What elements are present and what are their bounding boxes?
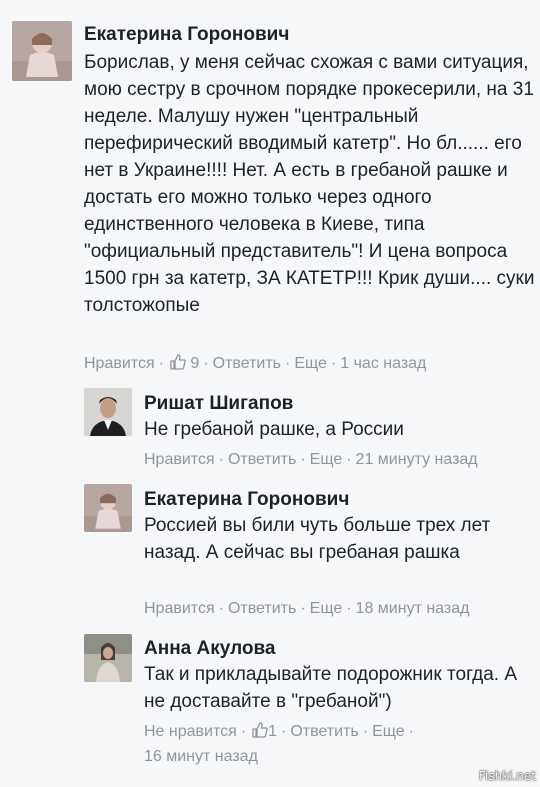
thumbs-up-icon[interactable]	[252, 722, 268, 738]
comment-text: Россией вы били чуть больше трех лет наз…	[144, 515, 491, 563]
like-link[interactable]: Не нравится	[144, 723, 237, 740]
reply-link[interactable]: Ответить	[228, 451, 296, 468]
reply-link[interactable]: Ответить	[290, 723, 358, 740]
separator: ·	[362, 723, 369, 740]
comment-ekaterina-2: Екатерина Горонович Россией вы били чуть…	[0, 476, 540, 626]
comment-rishat: Ришат Шигапов Не гребаной рашке, а Росси…	[0, 380, 540, 480]
like-link[interactable]: Нравится	[144, 600, 215, 617]
more-link[interactable]: Еще	[310, 600, 343, 617]
comment-meta: Не нравится · 1 · Ответить · Еще ·	[144, 722, 418, 742]
separator: ·	[330, 355, 337, 372]
comment-author[interactable]: Ришат Шигапов	[144, 393, 293, 415]
avatar[interactable]	[84, 484, 132, 532]
comment-text: Борислав, у меня сейчас схожая с вами си…	[84, 52, 535, 316]
separator: ·	[218, 600, 224, 617]
separator: ·	[285, 355, 291, 372]
timestamp[interactable]: 21 минуту назад	[356, 451, 478, 468]
comment-text: Не гребаной рашке, а России	[144, 419, 404, 440]
avatar-photo	[84, 388, 132, 436]
separator: ·	[158, 355, 164, 372]
separator: ·	[408, 723, 414, 740]
timestamp[interactable]: 18 минут назад	[356, 600, 470, 617]
comment-author[interactable]: Екатерина Горонович	[144, 489, 349, 511]
separator: ·	[346, 451, 352, 468]
more-link[interactable]: Еще	[372, 723, 405, 740]
avatar[interactable]	[12, 21, 72, 81]
avatar-photo	[12, 21, 72, 81]
separator: ·	[300, 600, 306, 617]
comment-text: Так и прикладывайте подорожник тогда. А …	[144, 664, 518, 712]
watermark: Fishki.net	[478, 769, 536, 783]
separator: ·	[281, 723, 287, 740]
separator: ·	[203, 355, 209, 372]
comment-meta: Нравится · Ответить · Еще · 18 минут назад	[144, 599, 469, 619]
separator: ·	[346, 600, 352, 617]
more-link[interactable]: Еще	[294, 355, 327, 372]
avatar-photo	[84, 634, 132, 682]
avatar[interactable]	[84, 634, 132, 682]
reply-link[interactable]: Ответить	[213, 355, 281, 372]
reply-link[interactable]: Ответить	[228, 600, 296, 617]
comment-meta: Нравится · 9 · Ответить · Еще · 1 час назад	[84, 354, 426, 374]
separator: ·	[240, 723, 247, 740]
like-link[interactable]: Нравится	[144, 451, 215, 468]
comment-ekaterina-1: Екатерина Горонович Борислав, у меня сей…	[0, 0, 540, 380]
comment-meta: Нравится · Ответить · Еще · 21 минуту назад	[144, 450, 478, 470]
comment-author[interactable]: Анна Акулова	[144, 638, 276, 660]
more-link[interactable]: Еще	[310, 451, 343, 468]
comment-anna: Анна Акулова Так и прикладывайте подорож…	[0, 626, 540, 787]
timestamp[interactable]: 1 час назад	[340, 355, 426, 372]
avatar[interactable]	[84, 388, 132, 436]
separator: ·	[300, 451, 306, 468]
separator: ·	[218, 451, 224, 468]
comment-author[interactable]: Екатерина Горонович	[84, 24, 289, 46]
like-link[interactable]: Нравится	[84, 355, 155, 372]
thumbs-up-icon[interactable]	[170, 354, 186, 370]
like-count: 1	[268, 723, 278, 740]
timestamp[interactable]: 16 минут назад	[144, 747, 258, 767]
like-count: 9	[190, 355, 200, 372]
avatar-photo	[84, 484, 132, 532]
